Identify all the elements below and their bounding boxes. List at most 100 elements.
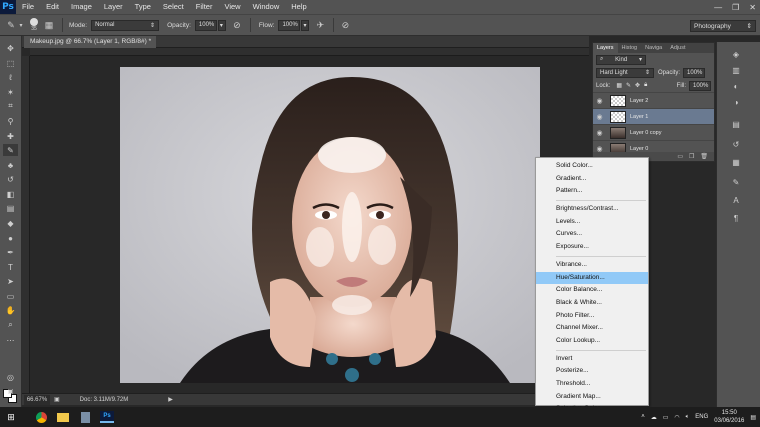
- visibility-eye-icon[interactable]: ◉: [593, 97, 606, 105]
- lock-pixels-icon[interactable]: ✎: [626, 82, 631, 89]
- status-info-icon[interactable]: ▣: [54, 396, 60, 403]
- menu-item-solid-color[interactable]: Solid Color...: [536, 160, 648, 173]
- tab-adjust[interactable]: Adjust: [666, 43, 689, 53]
- menu-filter[interactable]: Filter: [190, 0, 219, 14]
- menu-layer[interactable]: Layer: [98, 0, 129, 14]
- chevron-up-icon[interactable]: ˄: [641, 414, 645, 420]
- menu-item-gradient-map[interactable]: Gradient Map...: [536, 391, 648, 404]
- layers-panel-icon[interactable]: ◈: [725, 48, 747, 60]
- new-layer-icon[interactable]: ❐: [689, 153, 694, 160]
- histogram-icon[interactable]: ▥: [725, 64, 747, 76]
- eyedropper-tool-icon[interactable]: ⚲: [3, 115, 18, 127]
- chrome-icon[interactable]: [30, 407, 52, 427]
- blur-tool-icon[interactable]: ◆: [3, 217, 18, 229]
- lock-all-icon[interactable]: 🔒︎: [644, 82, 647, 89]
- minimize-icon[interactable]: —: [714, 3, 722, 12]
- calculator-icon[interactable]: [74, 407, 96, 427]
- pen-tool-icon[interactable]: ✒: [3, 246, 18, 258]
- menu-view[interactable]: View: [218, 0, 246, 14]
- menu-item-exposure[interactable]: Exposure...: [536, 241, 648, 254]
- status-arrow-icon[interactable]: ▶: [168, 396, 173, 403]
- menu-help[interactable]: Help: [285, 0, 312, 14]
- brush-presets-icon[interactable]: ✎: [725, 176, 747, 188]
- menu-item-vibrance[interactable]: Vibrance...: [536, 259, 648, 272]
- menu-item-posterize[interactable]: Posterize...: [536, 365, 648, 378]
- language-indicator[interactable]: ENG: [695, 414, 708, 420]
- menu-item-hue-saturation[interactable]: Hue/Saturation...: [536, 271, 648, 285]
- menu-select[interactable]: Select: [157, 0, 190, 14]
- menu-item-levels[interactable]: Levels...: [536, 216, 648, 229]
- menu-item-pattern[interactable]: Pattern...: [536, 185, 648, 198]
- brush-tool-icon[interactable]: ✎: [3, 144, 18, 156]
- healing-brush-tool-icon[interactable]: ✚: [3, 130, 18, 142]
- visibility-eye-icon[interactable]: ◉: [593, 129, 606, 137]
- type-tool-icon[interactable]: T: [3, 261, 18, 273]
- file-explorer-icon[interactable]: [52, 407, 74, 427]
- volume-icon[interactable]: 🔈︎: [686, 414, 690, 421]
- menu-file[interactable]: File: [16, 0, 40, 14]
- pressure-opacity-icon[interactable]: ⊘: [230, 18, 244, 32]
- gradient-tool-icon[interactable]: ▤: [3, 202, 18, 214]
- layer-row[interactable]: ◉ Layer 2: [593, 92, 714, 108]
- menu-item-color-balance[interactable]: Color Balance...: [536, 284, 648, 297]
- marquee-tool-icon[interactable]: ⬚: [3, 57, 18, 69]
- character-icon[interactable]: A: [725, 194, 747, 206]
- layer-opacity-input[interactable]: 100%: [683, 67, 706, 78]
- path-selection-tool-icon[interactable]: ➤: [3, 275, 18, 287]
- wifi-icon[interactable]: ◠: [674, 414, 679, 421]
- zoom-tool-icon[interactable]: ⌕: [3, 319, 18, 331]
- rectangle-tool-icon[interactable]: ▭: [3, 290, 18, 302]
- flow-dropdown[interactable]: ▾: [301, 19, 310, 31]
- mode-select[interactable]: Normal ⇕: [91, 19, 160, 31]
- tab-histog[interactable]: Histog: [618, 43, 642, 53]
- image-canvas[interactable]: [120, 67, 540, 383]
- lock-position-icon[interactable]: ✥: [635, 82, 640, 89]
- menu-window[interactable]: Window: [247, 0, 286, 14]
- layer-row[interactable]: ◉ Layer 0 copy: [593, 124, 714, 140]
- visibility-eye-icon[interactable]: ◉: [593, 113, 606, 121]
- menu-edit[interactable]: Edit: [40, 0, 65, 14]
- delete-layer-icon[interactable]: 🗑︎: [700, 153, 708, 160]
- quick-mask-icon[interactable]: ◎: [3, 371, 18, 383]
- menu-item-channel-mixer[interactable]: Channel Mixer...: [536, 322, 648, 335]
- opacity-dropdown[interactable]: ▾: [217, 19, 226, 31]
- properties-icon[interactable]: ▤: [725, 118, 747, 130]
- menu-item-color-lookup[interactable]: Color Lookup...: [536, 335, 648, 348]
- crop-tool-icon[interactable]: ⌗: [3, 100, 18, 112]
- onedrive-icon[interactable]: ☁: [651, 414, 657, 421]
- layer-row[interactable]: ◉ Layer 1: [593, 108, 714, 124]
- chevron-down-icon[interactable]: ▾: [18, 18, 24, 32]
- menu-item-curves[interactable]: Curves...: [536, 228, 648, 241]
- brush-panel-icon[interactable]: ▦: [42, 18, 56, 32]
- photoshop-taskbar-icon[interactable]: Ps: [96, 407, 118, 427]
- menu-item-gradient[interactable]: Gradient...: [536, 173, 648, 186]
- battery-icon[interactable]: ▭: [663, 414, 669, 421]
- eraser-tool-icon[interactable]: ◧: [3, 188, 18, 200]
- new-group-icon[interactable]: ▭: [677, 153, 683, 160]
- brush-preset-picker[interactable]: 35: [30, 18, 38, 32]
- menu-item-invert[interactable]: Invert: [536, 353, 648, 366]
- swatches-icon[interactable]: ▦: [725, 156, 747, 168]
- magic-wand-tool-icon[interactable]: ✶: [3, 86, 18, 98]
- screen-mode-icon[interactable]: ▣: [3, 385, 18, 397]
- kind-filter-select[interactable]: ⌕ Kind ▾: [596, 54, 646, 65]
- blend-mode-select[interactable]: Hard Light ⇕: [596, 67, 654, 78]
- history-icon[interactable]: ↺: [725, 138, 747, 150]
- pressure-size-icon[interactable]: ⊘: [338, 18, 352, 32]
- document-tab[interactable]: Makeup.jpg @ 66.7% (Layer 1, RGB/8#) * ×: [24, 36, 156, 57]
- move-tool-icon[interactable]: ✥: [3, 42, 18, 54]
- fill-input[interactable]: 100%: [689, 80, 711, 91]
- history-brush-tool-icon[interactable]: ↺: [3, 173, 18, 185]
- opacity-input[interactable]: 100%: [194, 19, 217, 31]
- menu-type[interactable]: Type: [129, 0, 157, 14]
- more-tools-icon[interactable]: ⋯: [3, 334, 18, 346]
- windows-start-icon[interactable]: ⊞: [0, 407, 22, 427]
- menu-item-photo-filter[interactable]: Photo Filter...: [536, 310, 648, 323]
- tab-naviga[interactable]: Naviga: [641, 43, 666, 53]
- paragraph-icon[interactable]: ¶: [725, 212, 747, 224]
- clock[interactable]: 15:50 03/06/2016: [714, 409, 744, 425]
- flow-input[interactable]: 100%: [278, 19, 301, 31]
- dodge-tool-icon[interactable]: ●: [3, 232, 18, 244]
- lasso-tool-icon[interactable]: ℓ: [3, 71, 18, 83]
- airbrush-icon[interactable]: ✈: [313, 18, 327, 32]
